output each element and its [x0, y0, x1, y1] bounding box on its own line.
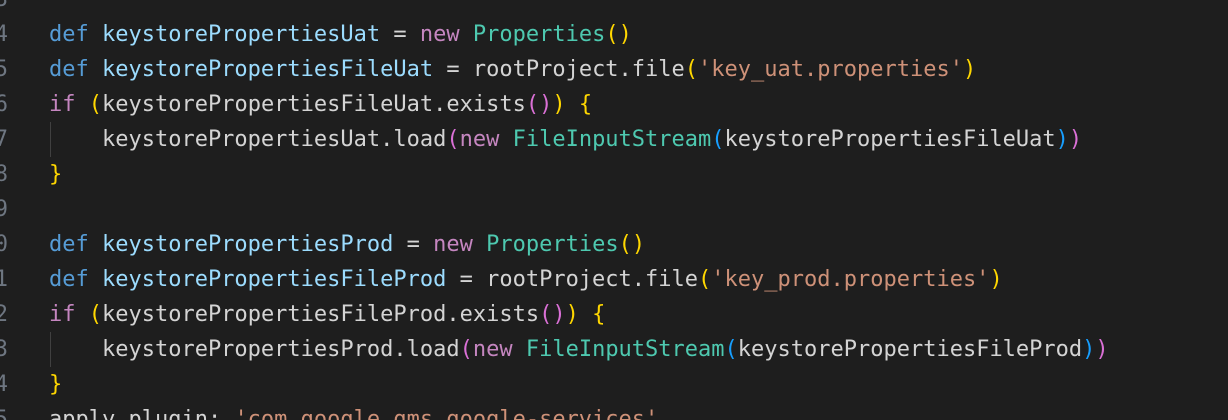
code-token: new: [459, 127, 513, 152]
code-token: 'key_prod.properties': [711, 267, 990, 292]
code-token: = rootProject.file: [446, 267, 699, 292]
code-token: def: [49, 57, 102, 82]
code-token: ): [1068, 127, 1083, 152]
code-line[interactable]: def keystorePropertiesFileProd = rootPro…: [49, 262, 1003, 297]
line-number: 5: [0, 57, 8, 82]
code-token: keystorePropertiesFileUat: [101, 57, 434, 82]
code-token: FileInputStream: [512, 127, 712, 152]
line-number: 6: [0, 92, 8, 117]
code-token: if: [49, 92, 89, 117]
line-number: 12: [0, 302, 8, 327]
line-number-gutter: 3 4 5 6 7 8 9 10 11 12 13 14 15: [0, 0, 14, 420]
code-token: (: [698, 267, 712, 292]
code-token: 'com.google.gms.google-services': [234, 407, 659, 420]
code-token: (: [711, 127, 725, 152]
line-number: 15: [0, 407, 8, 420]
code-token: Properties: [472, 22, 606, 47]
code-token: FileInputStream: [525, 337, 725, 362]
line-number: 11: [0, 267, 8, 292]
code-token: new: [433, 232, 487, 257]
line-number: 8: [0, 162, 8, 187]
code-line[interactable]: apply plugin: 'com.google.gms.google-ser…: [49, 402, 658, 420]
code-token: (: [724, 337, 738, 362]
code-token: keystorePropertiesProd.load: [49, 337, 460, 362]
code-token: new: [472, 337, 526, 362]
code-token: ): [552, 92, 566, 117]
code-editor[interactable]: 3 4 5 6 7 8 9 10 11 12 13 14 15 def keystoreProperti…: [0, 0, 1228, 420]
code-line[interactable]: keystorePropertiesUat.load(new FileInput…: [49, 122, 1082, 157]
code-token: (: [684, 57, 699, 82]
code-line[interactable]: def keystorePropertiesProd = new Propert…: [49, 227, 645, 262]
code-token: =: [393, 232, 434, 257]
code-token: def: [49, 267, 102, 292]
code-token: keystorePropertiesFileUat.exists: [102, 92, 526, 117]
code-line[interactable]: }: [49, 367, 62, 402]
code-token: }: [49, 162, 63, 187]
code-token: Properties: [486, 232, 619, 257]
code-token: {: [592, 302, 606, 327]
code-token: keystorePropertiesFileProd.exists: [102, 302, 540, 327]
code-token: ): [1055, 127, 1069, 152]
code-line[interactable]: if (keystorePropertiesFileUat.exists()) …: [49, 87, 592, 122]
code-token: 'key_uat.properties': [698, 57, 963, 82]
code-line[interactable]: def keystorePropertiesUat = new Properti…: [49, 17, 632, 52]
code-token: }: [49, 372, 63, 397]
code-token: ): [1082, 337, 1096, 362]
code-token: keystorePropertiesFileProd: [737, 337, 1083, 362]
code-token: {: [578, 92, 593, 117]
code-token: ): [962, 57, 977, 82]
code-token: ): [989, 267, 1003, 292]
line-number: 4: [0, 22, 8, 47]
code-token: (: [88, 92, 102, 117]
code-token: keystorePropertiesUat: [101, 22, 381, 47]
code-line[interactable]: def keystorePropertiesFileUat = rootProj…: [49, 52, 976, 87]
code-token: apply plugin:: [49, 407, 235, 420]
line-number: 7: [0, 127, 8, 152]
code-line[interactable]: if (keystorePropertiesFileProd.exists())…: [49, 297, 605, 332]
code-token: ): [565, 302, 579, 327]
code-token: (): [525, 92, 553, 117]
code-token: (): [539, 302, 566, 327]
code-token: keystorePropertiesUat.load: [49, 127, 447, 152]
code-token: (): [618, 232, 646, 257]
line-number: 3: [0, 0, 8, 17]
line-number: 14: [0, 372, 8, 397]
code-token: def: [49, 22, 102, 47]
code-token: new: [419, 22, 473, 47]
code-token: =: [380, 22, 420, 47]
code-token: (): [605, 22, 632, 47]
code-token: def: [49, 232, 102, 257]
code-token: keystorePropertiesFileProd: [101, 267, 447, 292]
code-token: ): [1095, 337, 1109, 362]
code-token: (: [88, 302, 102, 327]
code-token: if: [49, 302, 89, 327]
code-token: = rootProject.file: [433, 57, 685, 82]
line-number: 10: [0, 232, 8, 257]
code-token: keystorePropertiesFileUat: [724, 127, 1056, 152]
code-token: (: [459, 337, 473, 362]
line-number: 13: [0, 337, 8, 362]
code-token: keystorePropertiesProd: [101, 232, 394, 257]
code-token: (: [446, 127, 460, 152]
line-number: 9: [0, 197, 8, 222]
code-line[interactable]: }: [49, 157, 62, 192]
code-line[interactable]: keystorePropertiesProd.load(new FileInpu…: [49, 332, 1109, 367]
